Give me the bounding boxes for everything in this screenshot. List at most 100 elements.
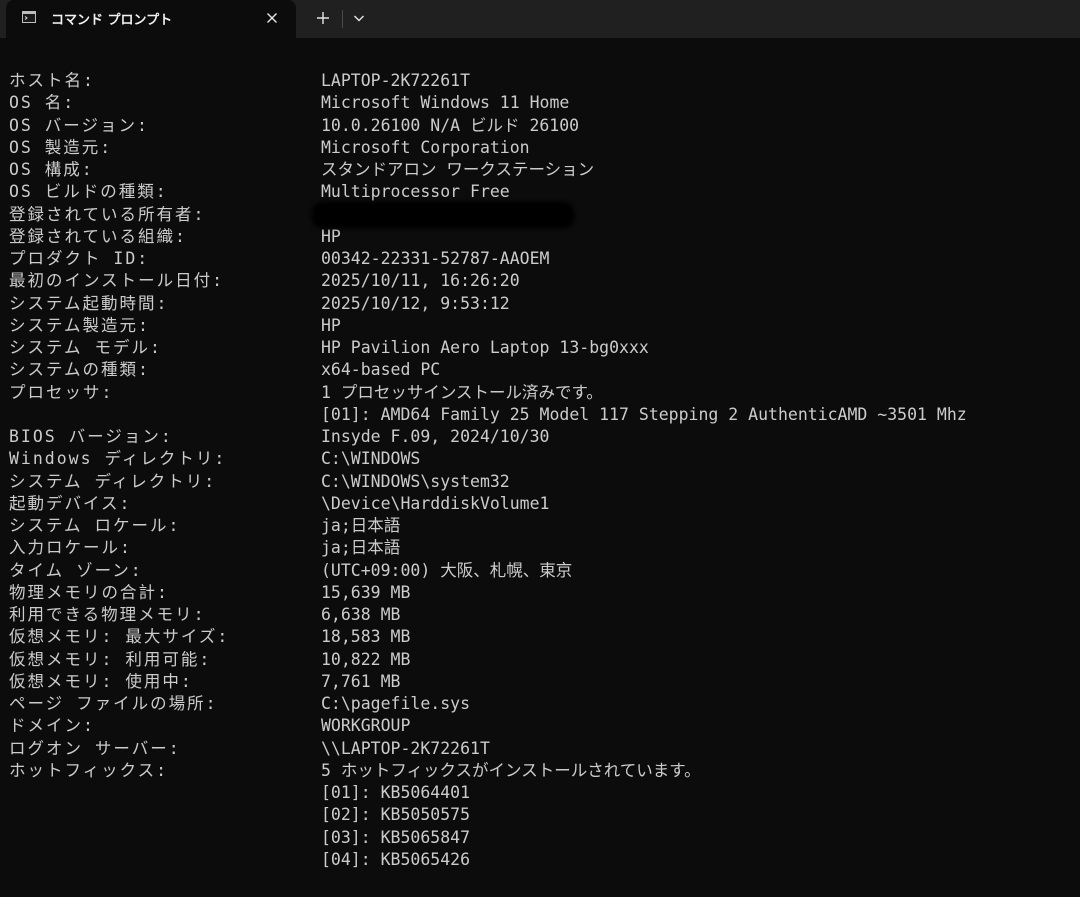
systeminfo-value: 18,583 MB — [321, 627, 411, 647]
systeminfo-value: [01]: KB5064401 — [321, 783, 471, 802]
systeminfo-line: OS バージョン: 10.0.26100 N/A ビルド 26100 — [0, 115, 1080, 137]
systeminfo-label: 利用できる物理メモリ: — [9, 605, 206, 624]
systeminfo-line: プロダクト ID: 00342-22331-52787-AAOEM — [0, 248, 1080, 270]
tab-command-prompt[interactable]: コマンド プロンプト — [6, 0, 296, 38]
chevron-down-icon[interactable] — [349, 8, 369, 28]
systeminfo-label: Windows ディレクトリ: — [9, 449, 227, 469]
systeminfo-value: HP Pavilion Aero Laptop 13-bg0xxx — [321, 338, 649, 357]
systeminfo-value: [03]: KB5065847 — [321, 827, 471, 847]
systeminfo-value: HP — [321, 226, 341, 246]
systeminfo-line: [04]: KB5065426 — [0, 849, 1080, 871]
systeminfo-label: BIOS バージョン: — [9, 427, 173, 446]
systeminfo-label: OS バージョン: — [9, 115, 149, 135]
systeminfo-label: ログオン サーバー: — [9, 738, 181, 758]
systeminfo-line: OS ビルドの種類: Multiprocessor Free — [0, 181, 1080, 203]
systeminfo-line: ホットフィックス: 5 ホットフィックスがインストールされています。 — [0, 760, 1080, 782]
systeminfo-line: プロセッサ: 1 プロセッサインストール済みです。 — [0, 382, 1080, 404]
terminal-icon — [22, 11, 36, 23]
systeminfo-line: 仮想メモリ: 使用中: 7,761 MB — [0, 671, 1080, 693]
systeminfo-label: OS 構成: — [9, 160, 94, 179]
systeminfo-value: 00342-22331-52787-AAOEM — [321, 249, 550, 268]
systeminfo-line: ログオン サーバー: \\LAPTOP-2K72261T — [0, 738, 1080, 760]
systeminfo-line: システムの種類: x64-based PC — [0, 359, 1080, 381]
systeminfo-line: Windows ディレクトリ: C:\WINDOWS — [0, 448, 1080, 470]
systeminfo-value: 2025/10/11, 16:26:20 — [321, 271, 520, 291]
systeminfo-line: ドメイン: WORKGROUP — [0, 715, 1080, 737]
systeminfo-label: システム モデル: — [9, 338, 162, 357]
systeminfo-value: 10.0.26100 N/A ビルド 26100 — [321, 115, 580, 135]
redaction-mark — [312, 202, 574, 228]
systeminfo-value: LAPTOP-2K72261T — [321, 71, 471, 90]
systeminfo-label: 仮想メモリ: 使用中: — [9, 671, 193, 691]
systeminfo-value: C:\WINDOWS — [321, 449, 421, 469]
systeminfo-line: OS 名: Microsoft Windows 11 Home — [0, 92, 1080, 114]
systeminfo-value: Microsoft Windows 11 Home — [321, 93, 570, 113]
systeminfo-label: システム ディレクトリ: — [9, 471, 217, 491]
systeminfo-value: HP — [321, 315, 341, 335]
systeminfo-line: 起動デバイス: \Device\HarddiskVolume1 — [0, 493, 1080, 515]
systeminfo-value: (UTC+09:00) 大阪、札幌、東京 — [321, 560, 573, 580]
systeminfo-line: 最初のインストール日付: 2025/10/11, 16:26:20 — [0, 270, 1080, 292]
systeminfo-value: C:\WINDOWS\system32 — [321, 471, 510, 491]
systeminfo-value: Insyde F.09, 2024/10/30 — [321, 427, 550, 446]
systeminfo-value: 6,638 MB — [321, 605, 401, 624]
close-icon[interactable] — [262, 8, 282, 28]
systeminfo-line: 仮想メモリ: 利用可能: 10,822 MB — [0, 649, 1080, 671]
systeminfo-value: 15,639 MB — [321, 582, 411, 602]
systeminfo-line: システム製造元: HP — [0, 315, 1080, 337]
systeminfo-label: 最初のインストール日付: — [9, 271, 225, 291]
systeminfo-value: 7,761 MB — [321, 671, 401, 691]
systeminfo-value: ja;日本語 — [321, 538, 401, 558]
systeminfo-label: 仮想メモリ: 最大サイズ: — [9, 627, 230, 647]
plus-icon[interactable] — [312, 7, 334, 29]
systeminfo-label: 起動デバイス: — [9, 493, 132, 513]
systeminfo-line: システム ロケール: ja;日本語 — [0, 515, 1080, 537]
systeminfo-line: システム モデル: HP Pavilion Aero Laptop 13-bg0x… — [0, 337, 1080, 359]
systeminfo-line: システム起動時間: 2025/10/12, 9:53:12 — [0, 293, 1080, 315]
systeminfo-value: \Device\HarddiskVolume1 — [321, 493, 550, 513]
systeminfo-value: [04]: KB5065426 — [321, 849, 471, 869]
systeminfo-label: 入力ロケール: — [9, 538, 132, 558]
systeminfo-value: 10,822 MB — [321, 649, 411, 669]
systeminfo-value: Microsoft Corporation — [321, 137, 530, 157]
systeminfo-line: OS 構成: スタンドアロン ワークステーション — [0, 159, 1080, 181]
systeminfo-line: システム ディレクトリ: C:\WINDOWS\system32 — [0, 471, 1080, 493]
systeminfo-label: 仮想メモリ: 利用可能: — [9, 649, 212, 669]
systeminfo-label: OS 製造元: — [9, 137, 113, 157]
systeminfo-value: x64-based PC — [321, 360, 441, 380]
systeminfo-label: システム製造元: — [9, 315, 150, 335]
systeminfo-line: タイム ゾーン: (UTC+09:00) 大阪、札幌、東京 — [0, 560, 1080, 582]
systeminfo-value: 5 ホットフィックスがインストールされています。 — [321, 760, 701, 780]
systeminfo-value: C:\pagefile.sys — [321, 694, 471, 713]
systeminfo-line: ホスト名: LAPTOP-2K72261T — [0, 70, 1080, 92]
systeminfo-line: ページ ファイルの場所: C:\pagefile.sys — [0, 693, 1080, 715]
systeminfo-label: システム起動時間: — [9, 293, 169, 313]
systeminfo-value: [01]: AMD64 Family 25 Model 117 Stepping… — [321, 404, 967, 424]
systeminfo-value: スタンドアロン ワークステーション — [321, 160, 595, 179]
systeminfo-label: ページ ファイルの場所: — [9, 694, 218, 713]
systeminfo-line: 登録されている組織: HP — [0, 226, 1080, 248]
systeminfo-label: プロダクト ID: — [9, 249, 150, 268]
systeminfo-line: [03]: KB5065847 — [0, 827, 1080, 849]
systeminfo-value: 1 プロセッサインストール済みです。 — [321, 382, 603, 402]
systeminfo-line: [01]: KB5064401 — [0, 782, 1080, 804]
systeminfo-value: Multiprocessor Free — [321, 182, 510, 202]
systeminfo-label: OS 名: — [9, 93, 76, 113]
systeminfo-label: OS ビルドの種類: — [9, 182, 168, 202]
systeminfo-label: システムの種類: — [9, 360, 150, 380]
systeminfo-label: 登録されている所有者: — [9, 204, 206, 224]
tab-separator — [342, 10, 343, 28]
systeminfo-label: 物理メモリの合計: — [9, 582, 169, 602]
tab-title: コマンド プロンプト — [51, 13, 173, 28]
systeminfo-label: システム ロケール: — [9, 516, 181, 535]
systeminfo-label: ホットフィックス: — [9, 760, 169, 780]
systeminfo-label: タイム ゾーン: — [9, 560, 143, 580]
systeminfo-line: 入力ロケール: ja;日本語 — [0, 537, 1080, 559]
systeminfo-value: \\LAPTOP-2K72261T — [321, 738, 490, 758]
console-output[interactable]: ホスト名: LAPTOP-2K72261T OS 名: Microsoft Windo… — [0, 38, 1080, 897]
systeminfo-line: [01]: AMD64 Family 25 Model 117 Stepping… — [0, 404, 1080, 426]
systeminfo-line: OS 製造元: Microsoft Corporation — [0, 137, 1080, 159]
systeminfo-value: [02]: KB5050575 — [321, 805, 471, 825]
tab-bar: コマンド プロンプト — [0, 0, 1080, 38]
systeminfo-label: プロセッサ: — [9, 382, 114, 402]
